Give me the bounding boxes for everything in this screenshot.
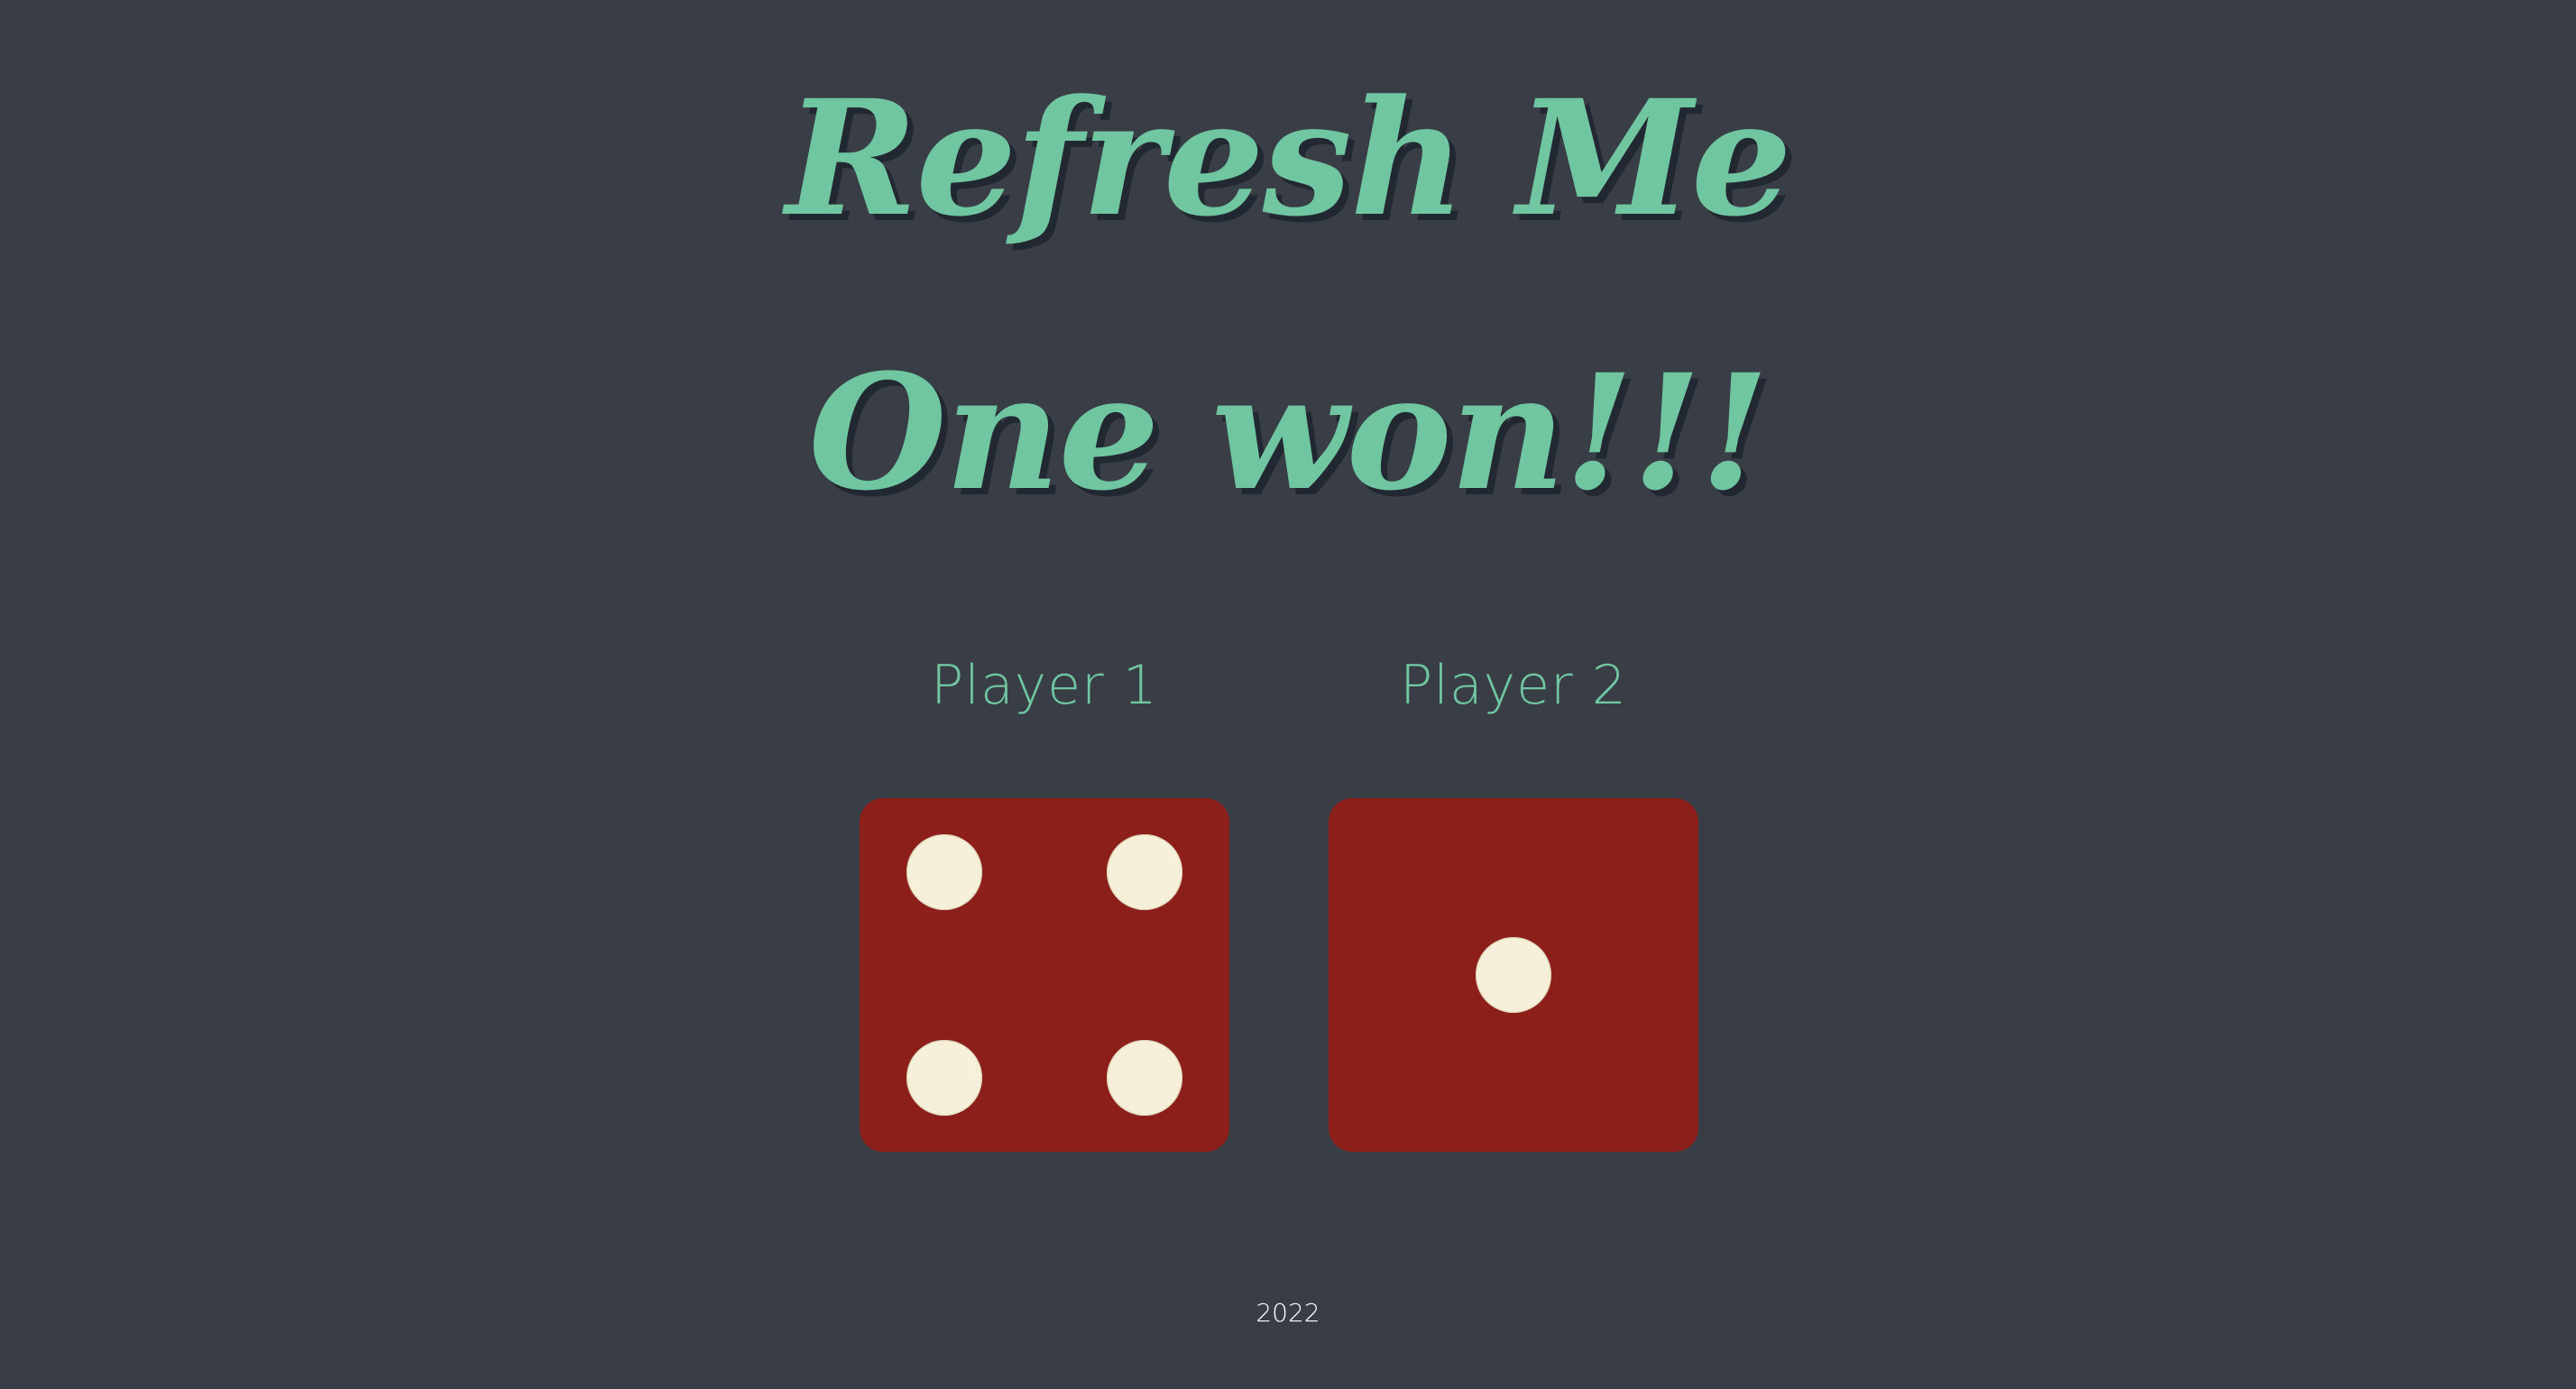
player-2-panel: Player 2 bbox=[1329, 649, 1698, 1152]
die-pip bbox=[1106, 834, 1182, 911]
result-heading: One won!!! bbox=[808, 339, 1769, 526]
player-1-die bbox=[860, 798, 1229, 1152]
die-pip bbox=[906, 834, 983, 911]
player-2-label: Player 2 bbox=[1400, 654, 1627, 717]
die-pip bbox=[1106, 1039, 1182, 1116]
footer-year: 2022 bbox=[1256, 1298, 1320, 1328]
die-pip bbox=[906, 1039, 983, 1116]
player-2-die bbox=[1329, 798, 1698, 1152]
player-1-label: Player 1 bbox=[931, 654, 1158, 717]
player-1-panel: Player 1 bbox=[860, 649, 1229, 1152]
die-pip bbox=[1476, 937, 1551, 1013]
page-title: Refresh Me bbox=[786, 65, 1792, 252]
